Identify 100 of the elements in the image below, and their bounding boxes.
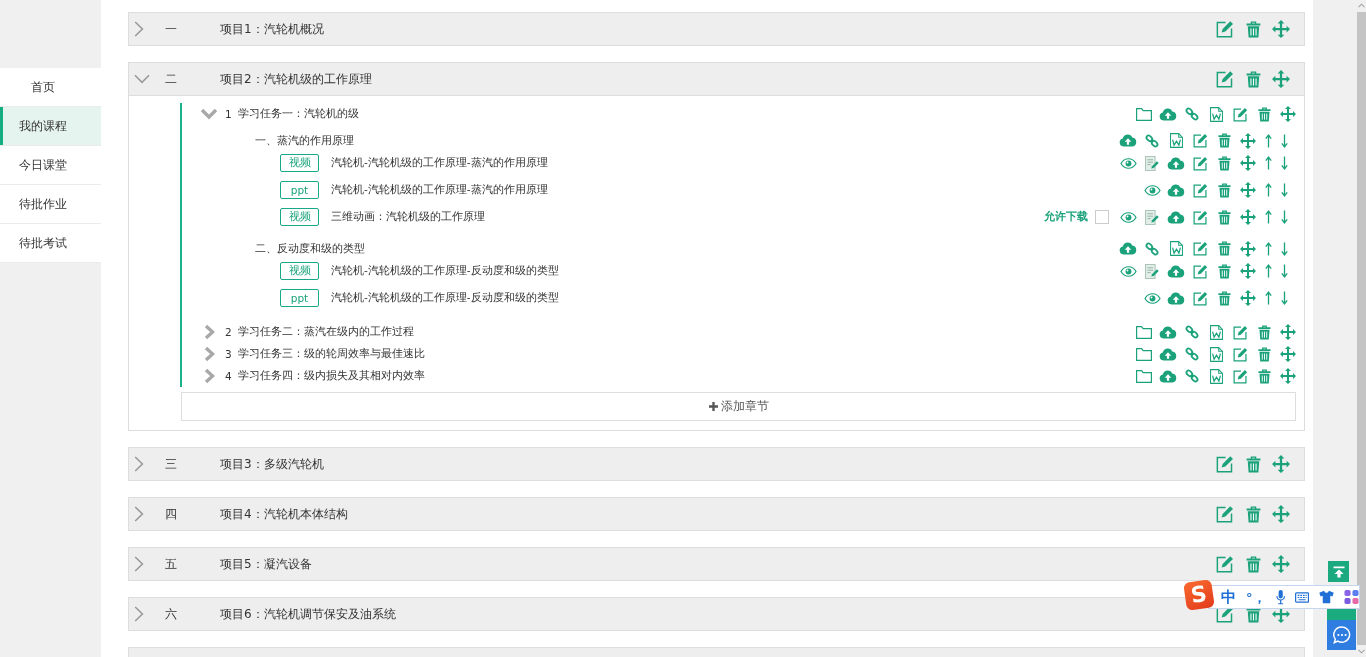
word-document-icon[interactable] [1209,368,1223,384]
project-header[interactable]: 五 项目5：凝汽设备 [128,547,1305,581]
edit-icon[interactable] [1216,70,1234,88]
edit-icon[interactable] [1232,346,1248,362]
move-icon[interactable] [1280,368,1296,384]
cloud-upload-icon[interactable] [1119,134,1137,147]
sidebar-item[interactable]: 首页 [0,68,101,107]
sidebar-item[interactable]: 待批考试 [0,224,101,263]
chevron-down-icon[interactable] [200,108,218,120]
edit-icon[interactable] [1216,20,1234,38]
shirt-icon[interactable] [1318,590,1334,604]
link-icon[interactable] [1185,325,1199,339]
cloud-upload-icon[interactable] [1159,347,1177,361]
trash-icon[interactable] [1245,555,1261,573]
trash-icon[interactable] [1245,20,1261,38]
caret-up-icon[interactable] [1357,3,1365,8]
sidebar-item[interactable]: 待批作业 [0,185,101,224]
edit-icon[interactable] [1216,455,1234,473]
project-header[interactable]: 三 项目3：多级汽轮机 [128,447,1305,481]
chevron-right-icon[interactable] [134,556,144,572]
sidebar-item[interactable]: 我的课程 [0,107,101,146]
word-document-icon[interactable] [1209,324,1223,340]
arrow-down-icon[interactable] [1280,156,1288,170]
cloud-upload-icon[interactable] [1167,264,1185,278]
move-icon[interactable] [1240,240,1256,257]
link-icon[interactable] [1185,107,1199,121]
document-edit-icon[interactable] [1145,209,1159,225]
trash-icon[interactable] [1257,106,1271,122]
trash-icon[interactable] [1217,155,1231,171]
edit-icon[interactable] [1192,241,1208,256]
eye-icon[interactable] [1143,184,1161,196]
allow-download-checkbox[interactable] [1095,210,1109,224]
folder-icon[interactable] [1136,369,1152,383]
edit-icon[interactable] [1192,263,1208,279]
caret-down-icon[interactable] [1357,649,1365,654]
cloud-upload-icon[interactable] [1159,369,1177,383]
microphone-icon[interactable] [1275,589,1285,605]
cloud-upload-icon[interactable] [1167,291,1185,305]
trash-icon[interactable] [1257,368,1271,384]
arrow-up-icon[interactable] [1264,156,1272,170]
move-icon[interactable] [1240,209,1256,225]
edit-icon[interactable] [1232,368,1248,384]
trash-icon[interactable] [1257,324,1271,340]
trash-icon[interactable] [1217,290,1231,306]
arrow-down-icon[interactable] [1280,241,1288,256]
keyboard-icon[interactable] [1294,591,1309,603]
word-document-icon[interactable] [1169,241,1183,256]
edit-icon[interactable] [1192,209,1208,225]
cloud-upload-icon[interactable] [1167,183,1185,197]
resource-title[interactable]: 汽轮机-汽轮机级的工作原理-反动度和级的类型 [331,291,559,305]
move-icon[interactable] [1240,263,1256,279]
arrow-down-icon[interactable] [1280,291,1288,305]
edit-icon[interactable] [1232,106,1248,122]
arrow-up-icon[interactable] [1264,210,1272,224]
arrow-up-icon[interactable] [1264,264,1272,278]
trash-icon[interactable] [1245,505,1261,523]
edit-icon[interactable] [1192,182,1208,198]
document-edit-icon[interactable] [1145,263,1159,279]
document-edit-icon[interactable] [1145,155,1159,171]
edit-icon[interactable] [1192,133,1208,148]
folder-icon[interactable] [1136,107,1152,121]
move-icon[interactable] [1280,106,1296,122]
resource-title[interactable]: 三维动画：汽轮机级的工作原理 [331,210,485,224]
move-icon[interactable] [1272,555,1290,573]
project-header[interactable]: 四 项目4：汽轮机本体结构 [128,497,1305,531]
move-icon[interactable] [1272,455,1290,473]
chevron-right-icon[interactable] [134,506,144,522]
arrow-up-icon[interactable] [1264,291,1272,305]
project-header[interactable]: 一 项目1：汽轮机概况 [128,12,1305,46]
trash-icon[interactable] [1217,182,1231,198]
trash-icon[interactable] [1245,455,1261,473]
move-icon[interactable] [1240,290,1256,306]
folder-icon[interactable] [1136,325,1152,339]
resource-title[interactable]: 汽轮机-汽轮机级的工作原理-蒸汽的作用原理 [331,156,548,170]
edit-icon[interactable] [1232,324,1248,340]
arrow-down-icon[interactable] [1280,264,1288,278]
chevron-right-icon[interactable] [203,368,215,384]
project-header[interactable]: 二 项目2：汽轮机级的工作原理 [128,62,1305,96]
link-icon[interactable] [1145,241,1159,256]
chevron-right-icon[interactable] [134,606,144,622]
trash-icon[interactable] [1217,133,1231,148]
eye-icon[interactable] [1119,211,1137,223]
move-icon[interactable] [1280,346,1296,362]
cloud-upload-icon[interactable] [1119,242,1137,255]
edit-icon[interactable] [1192,290,1208,306]
eye-icon[interactable] [1119,157,1137,169]
chevron-down-icon[interactable] [134,74,150,84]
back-to-top-button[interactable] [1328,561,1349,582]
cloud-upload-icon[interactable] [1167,156,1185,170]
trash-icon[interactable] [1217,209,1231,225]
move-icon[interactable] [1272,505,1290,523]
edit-icon[interactable] [1216,505,1234,523]
add-chapter-button[interactable]: 添加章节 [181,392,1296,421]
word-document-icon[interactable] [1169,133,1183,148]
cloud-upload-icon[interactable] [1159,107,1177,121]
arrow-down-icon[interactable] [1280,133,1288,148]
resource-title[interactable]: 汽轮机-汽轮机级的工作原理-蒸汽的作用原理 [331,183,548,197]
sidebar-item[interactable]: 今日课堂 [0,146,101,185]
edit-icon[interactable] [1192,155,1208,171]
cloud-upload-icon[interactable] [1159,325,1177,339]
